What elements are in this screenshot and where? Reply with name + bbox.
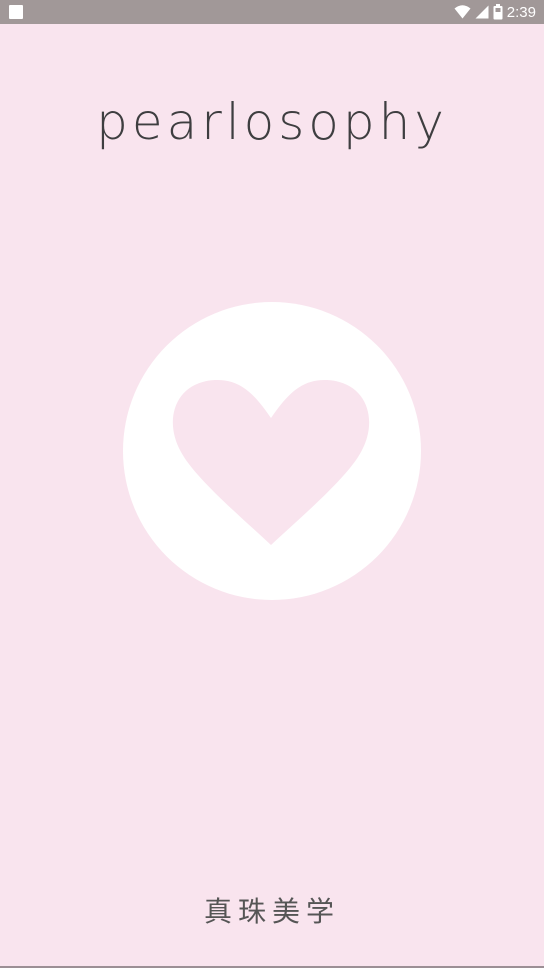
clock-text: 2:39 (506, 3, 536, 21)
notification-square-icon (9, 5, 23, 19)
battery-icon (493, 4, 503, 20)
heart-icon (172, 379, 370, 545)
logo-circle (123, 302, 421, 600)
status-bar: 2:39 (0, 0, 544, 24)
splash-screen: 2:39 pearlosophy 真珠美学 (0, 0, 544, 968)
wifi-icon (454, 5, 471, 19)
status-icons: 2:39 (454, 4, 536, 21)
cellular-signal-icon (475, 5, 489, 19)
brand-logo-text: pearlosophy (96, 93, 448, 151)
tagline-text: 真珠美学 (203, 895, 340, 928)
